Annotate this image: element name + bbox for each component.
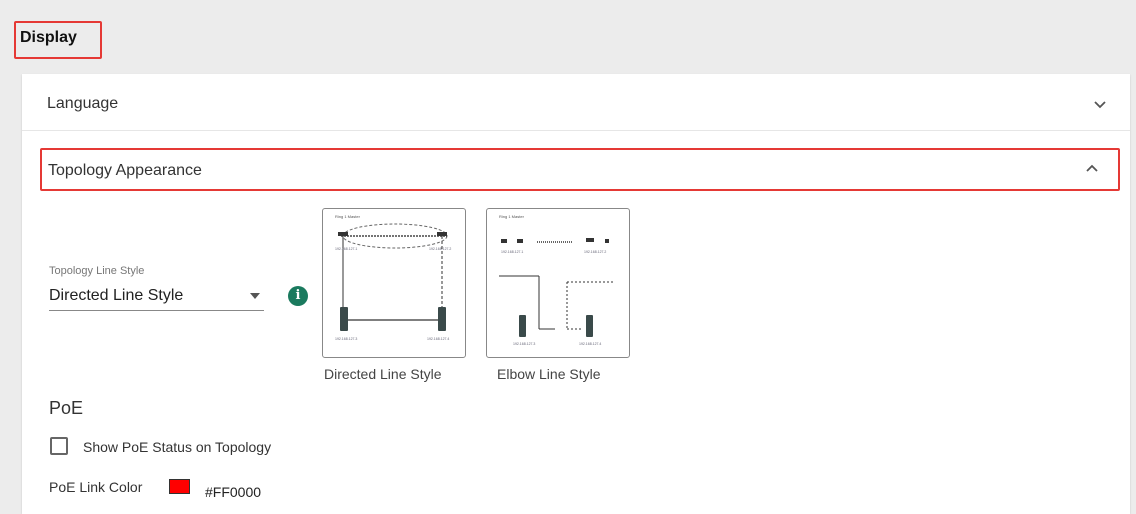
poe-heading: PoE [49, 398, 84, 418]
dropdown-caret-icon [250, 293, 260, 299]
language-section-label: Language [47, 95, 119, 112]
preview-title: Ring 1 Master [335, 214, 361, 219]
poe-link-color-label: PoE Link Color [49, 479, 143, 495]
topology-appearance-highlight-box[interactable] [40, 148, 1120, 191]
directed-line-style-preview[interactable]: Ring 1 Master 192.168.127.1 192.168.127.… [322, 208, 466, 358]
elbow-line-style-preview[interactable]: Ring 1 Master 192.168.127.1 192.168.127.… [486, 208, 630, 358]
topology-line-style-select[interactable]: Directed Line Style [49, 284, 264, 311]
directed-topology-diagram: Ring 1 Master 192.168.127.1 192.168.127.… [335, 214, 451, 341]
language-section-header[interactable]: Language [22, 74, 1130, 131]
node-label: 192.168.127.2 [584, 250, 606, 254]
node-label: 192.168.127.1 [335, 247, 357, 251]
topology-line-style-caption: Topology Line Style [49, 265, 145, 277]
show-poe-status-label[interactable]: Show PoE Status on Topology [83, 439, 271, 455]
node-label: 192.168.127.2 [429, 247, 451, 251]
node-label: 192.168.127.4 [579, 342, 601, 346]
preview-title: Ring 1 Master [499, 214, 525, 219]
elbow-line-style-label[interactable]: Elbow Line Style [497, 366, 601, 382]
show-poe-status-checkbox[interactable] [50, 437, 68, 455]
chevron-down-icon[interactable] [1092, 96, 1108, 112]
elbow-topology-diagram: Ring 1 Master 192.168.127.1 192.168.127.… [499, 214, 613, 346]
node-label: 192.168.127.3 [513, 342, 535, 346]
poe-link-color-swatch[interactable] [169, 479, 190, 494]
directed-line-style-label[interactable]: Directed Line Style [324, 366, 442, 382]
topology-appearance-section-label: Topology Appearance [48, 162, 202, 179]
chevron-up-icon[interactable] [1084, 160, 1100, 176]
settings-card: Language Topology Appearance Topology Li… [22, 74, 1130, 514]
topology-line-style-value: Directed Line Style [49, 287, 184, 304]
info-icon[interactable]: i [288, 286, 308, 306]
node-label: 192.168.127.4 [427, 337, 449, 341]
poe-link-color-value: #FF0000 [205, 484, 262, 500]
node-label: 192.168.127.1 [501, 250, 523, 254]
page-title: Display [20, 29, 77, 46]
node-label: 192.168.127.3 [335, 337, 357, 341]
